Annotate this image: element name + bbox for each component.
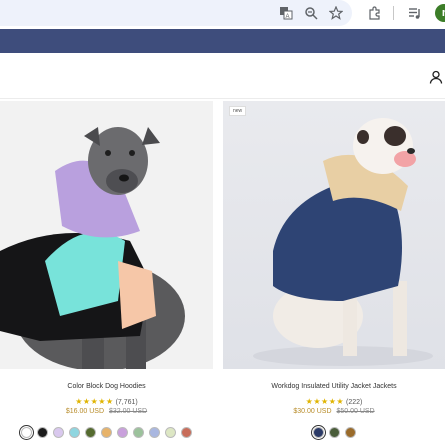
product-prices: $16.00 USD $32.00 USD — [0, 408, 213, 415]
product-rating: ★★★★★ (222) — [223, 397, 445, 406]
compare-price: $50.00 USD — [336, 408, 375, 415]
color-swatch[interactable] — [19, 425, 34, 440]
product-title[interactable]: Color Block Dog Hoodies — [0, 383, 213, 390]
color-swatch[interactable] — [37, 427, 48, 438]
color-swatch[interactable] — [344, 427, 356, 438]
product-title[interactable]: Workdog Insulated Utility Jacket Jackets — [223, 383, 445, 390]
color-swatches — [223, 425, 445, 440]
color-swatch[interactable] — [310, 425, 326, 440]
color-swatch[interactable] — [101, 427, 112, 438]
sale-price: $16.00 USD — [65, 408, 105, 415]
browser-toolbar: A r — [0, 0, 445, 28]
compare-price: $32.00 USD — [108, 408, 148, 415]
user-icon[interactable] — [429, 70, 443, 84]
color-swatch[interactable] — [133, 427, 144, 438]
product-prices: $30.00 USD $50.00 USD — [223, 408, 445, 415]
zoom-icon[interactable] — [302, 4, 320, 22]
toolbar-divider — [393, 6, 394, 20]
rating-stars: ★★★★★ — [305, 397, 345, 406]
announcement-banner — [0, 29, 445, 53]
color-swatch[interactable] — [69, 427, 80, 438]
sale-price: $30.00 USD — [293, 408, 332, 415]
color-swatch[interactable] — [85, 427, 96, 438]
product-rating: ★★★★★ (7,761) — [0, 397, 213, 406]
color-swatch[interactable] — [117, 427, 128, 438]
color-swatch[interactable] — [165, 427, 176, 438]
rating-count: (7,761) — [115, 399, 138, 406]
address-bar[interactable] — [0, 0, 352, 26]
svg-text:A: A — [286, 14, 290, 20]
color-swatch[interactable] — [181, 427, 192, 438]
color-swatch[interactable] — [328, 427, 340, 438]
translate-icon[interactable]: A — [277, 4, 295, 22]
color-swatch[interactable] — [53, 427, 64, 438]
bookmark-star-icon[interactable] — [327, 4, 345, 22]
color-swatch[interactable] — [149, 427, 160, 438]
rating-count: (222) — [345, 399, 363, 406]
extensions-icon[interactable] — [366, 4, 384, 22]
profile-avatar[interactable]: r — [435, 4, 445, 22]
new-badge: new — [229, 106, 247, 116]
media-queue-icon[interactable] — [406, 4, 424, 22]
color-swatches — [0, 425, 213, 440]
product-image[interactable] — [0, 101, 213, 369]
product-image[interactable]: new — [223, 101, 445, 369]
rating-stars: ★★★★★ — [75, 397, 114, 406]
site-header — [0, 53, 445, 99]
